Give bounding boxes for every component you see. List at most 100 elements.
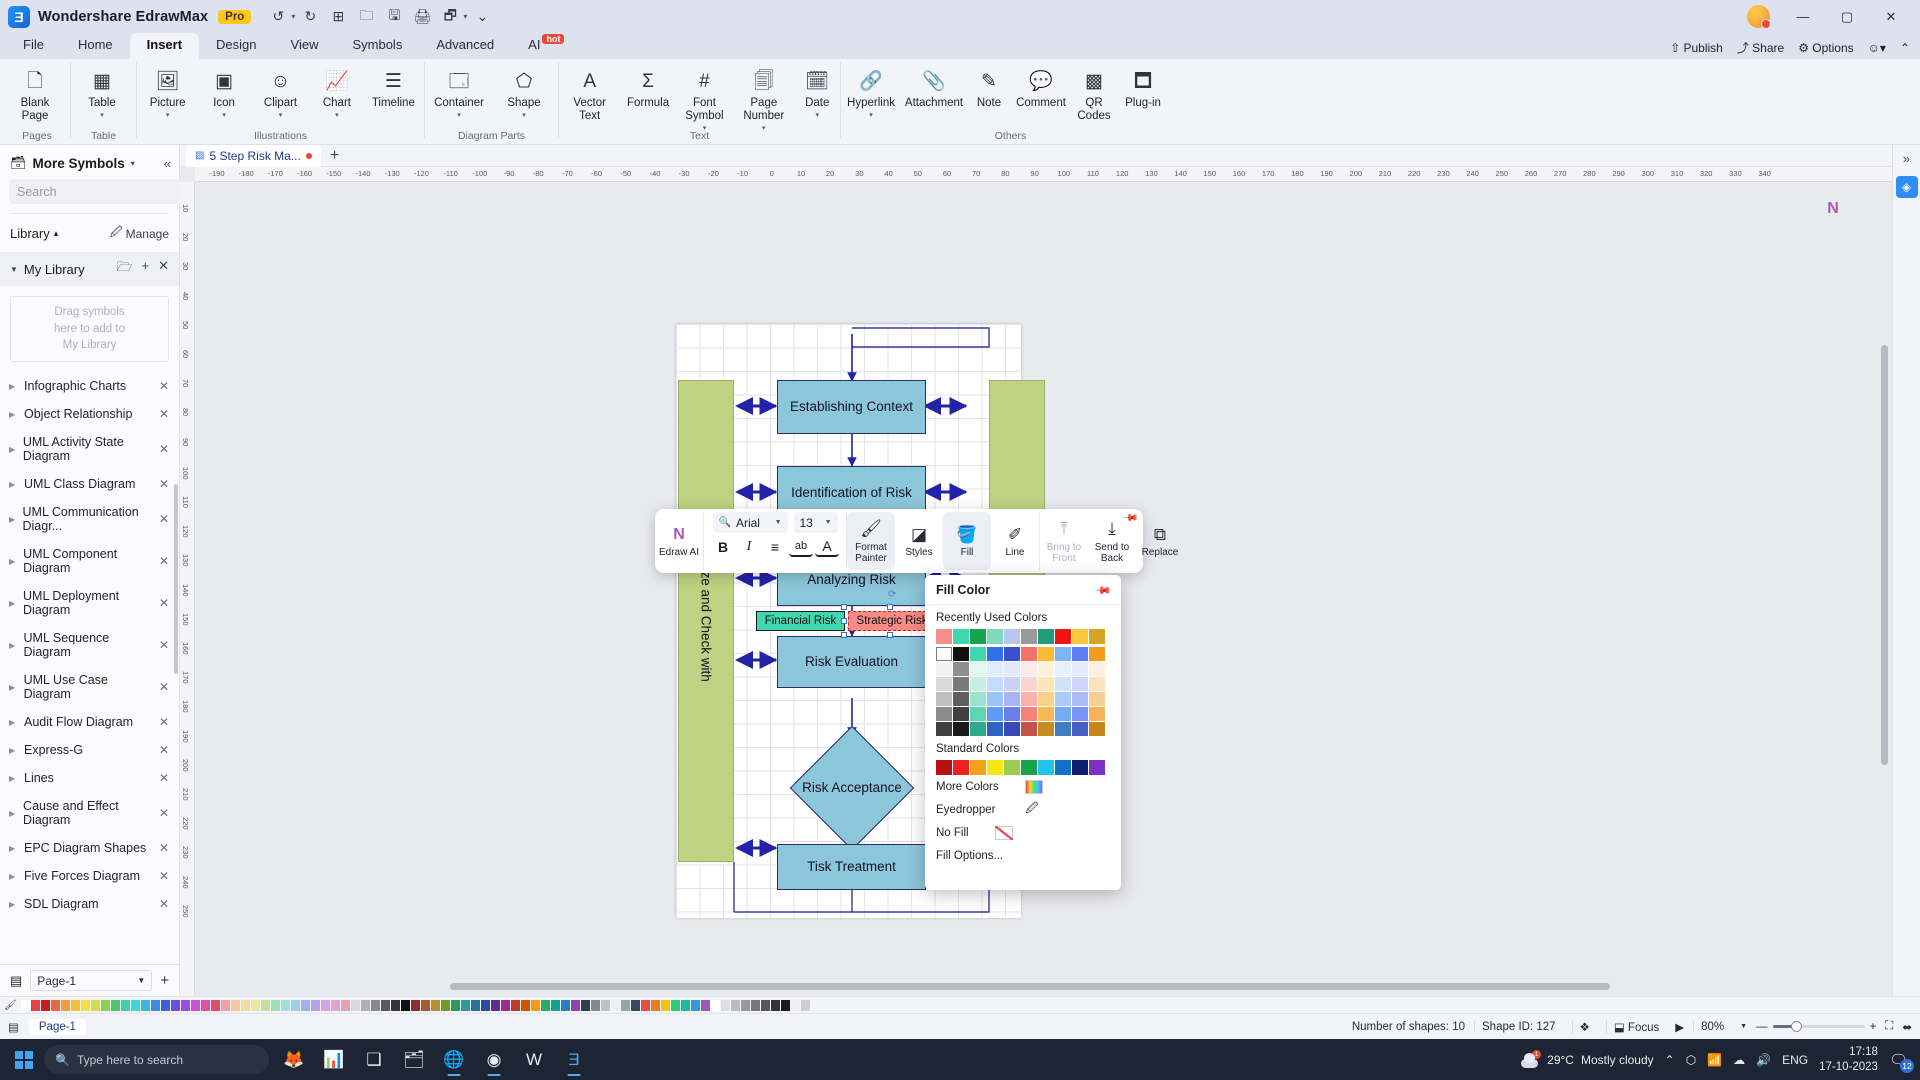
theme-tint-swatch[interactable] bbox=[1089, 662, 1105, 676]
quick-color-swatch[interactable] bbox=[720, 999, 730, 1011]
theme-tint-swatch[interactable] bbox=[1004, 677, 1020, 691]
export-chevron-down-icon[interactable]: ▾ bbox=[463, 12, 467, 21]
quick-color-swatch[interactable] bbox=[500, 999, 510, 1011]
theme-tint-swatch[interactable] bbox=[970, 677, 986, 691]
handle-sw[interactable] bbox=[841, 632, 847, 638]
standard-color-swatch[interactable] bbox=[1072, 760, 1088, 775]
plugin-button[interactable]: 🗖 Plug-in bbox=[1117, 62, 1169, 110]
text-case-button[interactable]: ab bbox=[789, 538, 813, 557]
undo-icon[interactable]: ↺ bbox=[265, 5, 291, 29]
close-icon[interactable]: ✕ bbox=[159, 680, 169, 694]
close-icon[interactable]: ✕ bbox=[159, 841, 169, 855]
theme-tint-swatch[interactable] bbox=[936, 692, 952, 706]
handle-s[interactable] bbox=[887, 632, 893, 638]
quick-color-swatch[interactable] bbox=[220, 999, 230, 1011]
theme-tint-swatch[interactable] bbox=[1021, 707, 1037, 721]
chart-chevron-down-icon[interactable]: ▾ bbox=[335, 111, 339, 119]
quick-color-swatch[interactable] bbox=[570, 999, 580, 1011]
quick-color-swatch[interactable] bbox=[800, 999, 810, 1011]
theme-tint-swatch[interactable] bbox=[1089, 707, 1105, 721]
quick-color-swatch[interactable] bbox=[180, 999, 190, 1011]
notification-center-button[interactable]: 🗨 12 bbox=[1889, 1051, 1914, 1073]
theme-tint-swatch[interactable] bbox=[936, 662, 952, 676]
quick-color-swatch[interactable] bbox=[430, 999, 440, 1011]
recent-color-swatch[interactable] bbox=[1021, 629, 1037, 644]
theme-tint-swatch[interactable] bbox=[953, 707, 969, 721]
theme-tint-swatch[interactable] bbox=[1004, 662, 1020, 676]
tab-ai[interactable]: AI hot bbox=[511, 33, 579, 59]
zoom-knob[interactable] bbox=[1790, 1021, 1802, 1032]
quick-color-swatch[interactable] bbox=[560, 999, 570, 1011]
tab-insert[interactable]: Insert bbox=[129, 33, 200, 59]
list-item[interactable]: ▶ UML Deployment Diagram ✕ bbox=[0, 582, 179, 624]
undo-chevron-down-icon[interactable]: ▾ bbox=[291, 12, 295, 21]
quick-color-swatch[interactable] bbox=[350, 999, 360, 1011]
blank-page-button[interactable]: 🗋 Blank Page bbox=[4, 62, 66, 123]
list-item[interactable]: ▶ UML Component Diagram ✕ bbox=[0, 540, 179, 582]
help-icon[interactable]: ☺▾ bbox=[1868, 41, 1886, 55]
picture-chevron-down-icon[interactable]: ▾ bbox=[166, 111, 170, 119]
close-icon[interactable]: ✕ bbox=[159, 869, 169, 883]
green-band-left[interactable]: nize and Check with bbox=[678, 380, 734, 862]
right-rail-collapse-icon[interactable]: » bbox=[1903, 151, 1910, 166]
theme-tint-swatch[interactable] bbox=[936, 722, 952, 736]
line-button[interactable]: ✐ Line bbox=[991, 512, 1039, 570]
note-button[interactable]: ✎ Note bbox=[967, 62, 1011, 110]
theme-tint-swatch[interactable] bbox=[1072, 692, 1088, 706]
standard-color-swatch[interactable] bbox=[1038, 760, 1054, 775]
pin-icon[interactable]: 📌 bbox=[1094, 581, 1113, 599]
table-chevron-down-icon[interactable]: ▾ bbox=[100, 111, 104, 119]
timeline-button[interactable]: ☰ Timeline bbox=[363, 62, 424, 110]
date-chevron-down-icon[interactable]: ▾ bbox=[815, 111, 819, 119]
quick-color-swatch[interactable] bbox=[610, 999, 620, 1011]
tab-file[interactable]: File bbox=[6, 33, 61, 59]
import-library-icon[interactable]: 🗁 bbox=[116, 258, 132, 280]
quick-color-swatch[interactable] bbox=[90, 999, 100, 1011]
quick-color-swatch[interactable] bbox=[340, 999, 350, 1011]
standard-color-swatch[interactable] bbox=[1004, 760, 1020, 775]
close-icon[interactable]: ✕ bbox=[159, 771, 169, 785]
icon-button[interactable]: ▣ Icon ▾ bbox=[198, 62, 249, 120]
theme-tint-swatch[interactable] bbox=[1038, 692, 1054, 706]
theme-color-swatch[interactable] bbox=[1055, 647, 1071, 661]
replace-button[interactable]: ⧉ Replace bbox=[1136, 512, 1184, 570]
theme-tint-swatch[interactable] bbox=[1038, 722, 1054, 736]
theme-color-swatch[interactable] bbox=[1004, 647, 1020, 661]
handle-n[interactable] bbox=[887, 604, 893, 610]
close-icon[interactable]: ✕ bbox=[159, 897, 169, 911]
add-library-icon[interactable]: + bbox=[142, 258, 150, 280]
search-input[interactable] bbox=[9, 179, 186, 204]
fill-options-option[interactable]: Fill Options... bbox=[925, 844, 1121, 867]
edrawmax-taskbar-icon[interactable]: Ǝ bbox=[555, 1043, 593, 1077]
shape-chevron-down-icon[interactable]: ▾ bbox=[522, 111, 526, 119]
theme-tint-swatch[interactable] bbox=[936, 707, 952, 721]
weather-widget[interactable]: 1 29°C Mostly cloudy bbox=[1519, 1049, 1654, 1068]
quick-color-swatch[interactable] bbox=[440, 999, 450, 1011]
canvas-horizontal-scrollbar[interactable] bbox=[195, 983, 1892, 990]
list-item[interactable]: ▶ Infographic Charts ✕ bbox=[0, 372, 179, 400]
theme-tint-swatch[interactable] bbox=[1089, 677, 1105, 691]
share-button[interactable]: ⤴ Share bbox=[1737, 39, 1784, 56]
standard-color-swatch[interactable] bbox=[1055, 760, 1071, 775]
word-icon[interactable]: W bbox=[515, 1043, 553, 1077]
bring-to-front-button[interactable]: ⤒ Bring to Front bbox=[1040, 512, 1088, 570]
quick-color-swatch[interactable] bbox=[30, 999, 40, 1011]
fit-width-icon[interactable]: ⬌ bbox=[1902, 1020, 1912, 1034]
sidebar-collapse-icon[interactable]: « bbox=[164, 156, 171, 171]
tab-view[interactable]: View bbox=[274, 33, 336, 59]
recent-color-swatch[interactable] bbox=[1055, 629, 1071, 644]
recent-color-swatch[interactable] bbox=[970, 629, 986, 644]
theme-color-swatch[interactable] bbox=[1072, 647, 1088, 661]
font-family-select[interactable]: 🔍 Arial ▼ bbox=[712, 512, 788, 533]
quick-color-swatch[interactable] bbox=[690, 999, 700, 1011]
quick-color-swatch[interactable] bbox=[120, 999, 130, 1011]
tray-expand-icon[interactable]: ⌃ bbox=[1665, 1053, 1675, 1067]
theme-tint-swatch[interactable] bbox=[1004, 692, 1020, 706]
comment-button[interactable]: 💬 Comment bbox=[1011, 62, 1071, 110]
tab-design[interactable]: Design bbox=[199, 33, 273, 59]
tab-advanced[interactable]: Advanced bbox=[419, 33, 511, 59]
onedrive-icon[interactable]: ☁ bbox=[1733, 1053, 1745, 1067]
theme-tint-swatch[interactable] bbox=[1038, 707, 1054, 721]
chart-button[interactable]: 📈 Chart ▾ bbox=[311, 62, 362, 120]
recent-color-swatch[interactable] bbox=[1038, 629, 1054, 644]
